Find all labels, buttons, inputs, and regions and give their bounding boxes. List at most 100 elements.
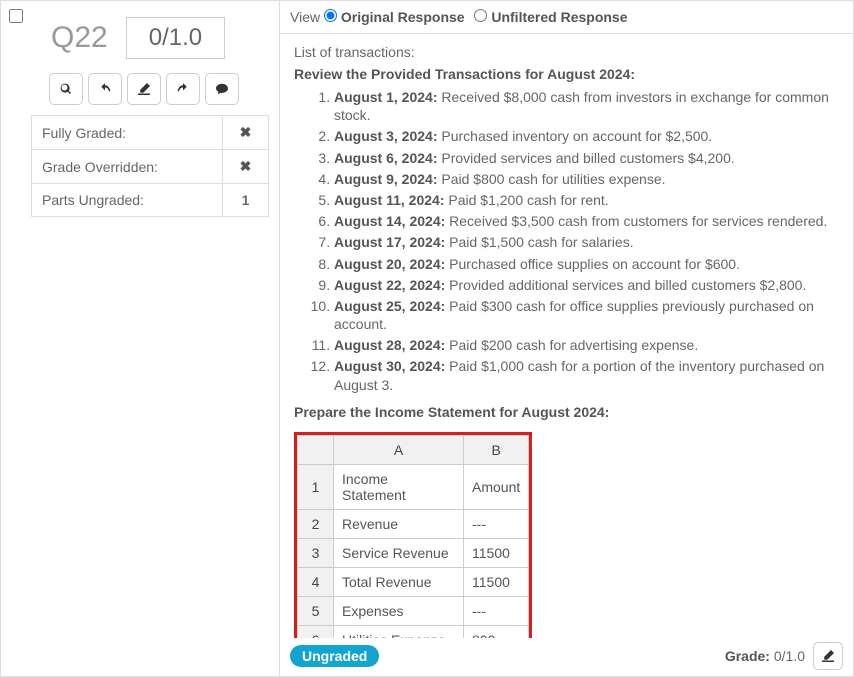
view-selector: View Original Response Unfiltered Respon… xyxy=(280,1,853,33)
transaction-date: August 30, 2024: xyxy=(334,358,445,374)
transaction-item: August 9, 2024: Paid $800 cash for utili… xyxy=(334,170,839,188)
transaction-text: Received $3,500 cash from customers for … xyxy=(445,213,827,229)
original-response-label: Original Response xyxy=(341,9,465,25)
transaction-text: Provided services and billed customers $… xyxy=(437,150,734,166)
cell-b: 11500 xyxy=(464,567,529,596)
transaction-item: August 1, 2024: Received $8,000 cash fro… xyxy=(334,88,839,124)
corner-cell xyxy=(298,435,334,464)
transaction-date: August 22, 2024: xyxy=(334,277,445,293)
transaction-text: Purchased office supplies on account for… xyxy=(445,256,740,272)
transaction-text: Paid $1,500 cash for salaries. xyxy=(445,234,633,250)
income-statement-table: A B 1Income StatementAmount2Revenue---3S… xyxy=(297,435,529,638)
search-button[interactable] xyxy=(49,73,83,105)
table-row: 4Total Revenue11500 xyxy=(298,567,529,596)
comment-icon xyxy=(216,82,228,96)
undo-icon xyxy=(99,82,111,96)
row-number: 6 xyxy=(298,625,334,638)
status-label: Grade Overridden: xyxy=(32,150,223,184)
status-label: Fully Graded: xyxy=(32,116,223,150)
right-panel: View Original Response Unfiltered Respon… xyxy=(279,1,853,676)
question-number: Q22 xyxy=(51,21,108,55)
transaction-date: August 1, 2024: xyxy=(334,89,437,105)
status-row: Parts Ungraded:1 xyxy=(32,184,269,217)
cell-b: Amount xyxy=(464,464,529,509)
row-number: 4 xyxy=(298,567,334,596)
transaction-date: August 3, 2024: xyxy=(334,128,437,144)
cell-b: --- xyxy=(464,509,529,538)
select-question-checkbox[interactable] xyxy=(9,9,23,23)
transaction-date: August 17, 2024: xyxy=(334,234,445,250)
review-transactions-heading: Review the Provided Transactions for Aug… xyxy=(294,66,839,82)
transaction-item: August 22, 2024: Provided additional ser… xyxy=(334,276,839,294)
status-value: 1 xyxy=(223,184,269,217)
status-row: Fully Graded:✖ xyxy=(32,116,269,150)
cell-a: Total Revenue xyxy=(334,567,464,596)
cell-b: --- xyxy=(464,596,529,625)
row-number: 2 xyxy=(298,509,334,538)
status-row: Grade Overridden:✖ xyxy=(32,150,269,184)
transaction-text: Paid $200 cash for advertising expense. xyxy=(445,337,698,353)
row-number: 1 xyxy=(298,464,334,509)
score-display: 0/1.0 xyxy=(126,17,225,59)
cell-a: Expenses xyxy=(334,596,464,625)
transaction-date: August 6, 2024: xyxy=(334,150,437,166)
transaction-item: August 6, 2024: Provided services and bi… xyxy=(334,149,839,167)
undo-button[interactable] xyxy=(88,73,122,105)
transaction-item: August 14, 2024: Received $3,500 cash fr… xyxy=(334,212,839,230)
transaction-text: Paid $1,200 cash for rent. xyxy=(445,192,609,208)
table-row: 3Service Revenue11500 xyxy=(298,538,529,567)
transaction-date: August 25, 2024: xyxy=(334,298,445,314)
edit-button[interactable] xyxy=(127,73,161,105)
row-number: 5 xyxy=(298,596,334,625)
cell-a: Income Statement xyxy=(334,464,464,509)
transaction-date: August 9, 2024: xyxy=(334,171,437,187)
pencil-square-icon xyxy=(822,650,834,662)
edit-grade-button[interactable] xyxy=(813,642,843,670)
cell-b: 11500 xyxy=(464,538,529,567)
transactions-list: August 1, 2024: Received $8,000 cash fro… xyxy=(334,88,839,394)
left-panel: Q22 0/1.0 Fully Graded:✖Grade Overridden… xyxy=(31,1,279,676)
transaction-date: August 14, 2024: xyxy=(334,213,445,229)
unfiltered-response-label: Unfiltered Response xyxy=(491,9,627,25)
prepare-statement-heading: Prepare the Income Statement for August … xyxy=(294,404,839,420)
transaction-date: August 20, 2024: xyxy=(334,256,445,272)
row-checkbox-cell xyxy=(1,1,31,676)
status-label: Parts Ungraded: xyxy=(32,184,223,217)
table-row: 1Income StatementAmount xyxy=(298,464,529,509)
search-icon xyxy=(60,82,72,96)
transaction-item: August 11, 2024: Paid $1,200 cash for re… xyxy=(334,191,839,209)
transaction-item: August 25, 2024: Paid $300 cash for offi… xyxy=(334,297,839,333)
transaction-text: Paid $800 cash for utilities expense. xyxy=(437,171,665,187)
transaction-item: August 28, 2024: Paid $200 cash for adve… xyxy=(334,336,839,354)
transaction-date: August 11, 2024: xyxy=(334,192,445,208)
transaction-text: Purchased inventory on account for $2,50… xyxy=(437,128,712,144)
pencil-square-icon xyxy=(138,82,150,96)
status-value: ✖ xyxy=(223,116,269,150)
col-header-b: B xyxy=(464,435,529,464)
unfiltered-response-radio[interactable] xyxy=(474,9,487,22)
spreadsheet-answer: A B 1Income StatementAmount2Revenue---3S… xyxy=(294,432,532,638)
transaction-date: August 28, 2024: xyxy=(334,337,445,353)
cell-b: 800 xyxy=(464,625,529,638)
footer-row: Ungraded Grade: 0/1.0 xyxy=(280,638,853,676)
view-label: View xyxy=(290,9,320,25)
ungraded-badge: Ungraded xyxy=(290,645,379,667)
content-area: List of transactions: Review the Provide… xyxy=(280,33,853,638)
status-table: Fully Graded:✖Grade Overridden:✖Parts Un… xyxy=(31,115,269,217)
transaction-item: August 30, 2024: Paid $1,000 cash for a … xyxy=(334,357,839,393)
redo-button[interactable] xyxy=(166,73,200,105)
transaction-text: Provided additional services and billed … xyxy=(445,277,806,293)
original-response-radio[interactable] xyxy=(324,9,337,22)
table-row: 5Expenses--- xyxy=(298,596,529,625)
transaction-item: August 20, 2024: Purchased office suppli… xyxy=(334,255,839,273)
transaction-item: August 3, 2024: Purchased inventory on a… xyxy=(334,127,839,145)
transaction-item: August 17, 2024: Paid $1,500 cash for sa… xyxy=(334,233,839,251)
status-value: ✖ xyxy=(223,150,269,184)
comment-button[interactable] xyxy=(205,73,239,105)
row-number: 3 xyxy=(298,538,334,567)
cell-a: Revenue xyxy=(334,509,464,538)
cell-a: Utilities Expense xyxy=(334,625,464,638)
cell-a: Service Revenue xyxy=(334,538,464,567)
grade-label: Grade: 0/1.0 xyxy=(725,648,805,664)
col-header-a: A xyxy=(334,435,464,464)
